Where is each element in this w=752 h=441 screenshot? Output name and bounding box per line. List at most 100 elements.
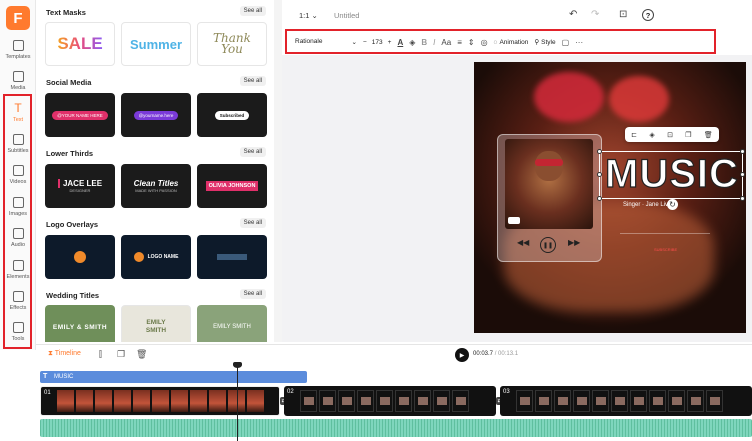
aspect-ratio-select[interactable]: 1:1 ⌄ [299, 11, 318, 20]
resize-handle[interactable] [597, 149, 602, 154]
more-options-button[interactable]: ··· [575, 38, 583, 47]
tile-social-3[interactable]: Subscribed [197, 93, 267, 137]
screenshot-icon[interactable]: ⊡ [619, 9, 627, 20]
panel-collapse-handle[interactable] [274, 0, 282, 342]
tile-text: LOGO NAME [147, 254, 179, 260]
layer-icon[interactable]: ◈ [649, 131, 654, 139]
tile-sale[interactable]: SALE [45, 22, 115, 66]
resize-handle[interactable] [597, 196, 602, 201]
redo-icon[interactable]: ↷ [591, 9, 599, 20]
audio-track[interactable] [40, 419, 752, 437]
effects-icon[interactable]: ◎ [481, 38, 488, 47]
sidebar-item-videos[interactable]: Videos [0, 163, 36, 191]
sidebar-item-media[interactable]: Media [0, 69, 36, 97]
sidebar-item-text[interactable]: T Text [0, 101, 36, 129]
video-clip-2[interactable]: 02 [284, 386, 496, 416]
bold-icon[interactable]: B [421, 38, 427, 47]
decrease-size-icon[interactable]: − [363, 39, 367, 46]
sidebar-item-tools[interactable]: Tools [0, 320, 36, 348]
help-icon[interactable]: ? [642, 9, 654, 21]
tile-text: Subscribed [214, 110, 250, 120]
tile-logo-overlay-1[interactable] [45, 235, 115, 279]
resize-handle[interactable] [740, 172, 745, 177]
spacing-icon[interactable]: ⇕ [468, 38, 475, 47]
tile-social-2[interactable]: @yourname.here [121, 93, 191, 137]
text-library-panel: Text Masks See all SALE Summer Thank You… [37, 0, 274, 342]
aspect-ratio-value: 1:1 [299, 11, 310, 20]
sidebar-item-audio[interactable]: Audio [0, 226, 36, 254]
split-icon[interactable]: ⫿ [99, 349, 102, 360]
crop-icon[interactable]: ⊡ [667, 131, 673, 139]
tile-text: @yourname.here [133, 110, 179, 120]
sidebar-item-elements[interactable]: Elements [0, 258, 36, 286]
sidebar-item-label: Text [12, 117, 24, 123]
font-family-value: Rationale [295, 38, 323, 45]
sidebar-item-label: Effects [9, 305, 27, 311]
app-logo[interactable]: F [6, 6, 30, 30]
style-label: Style [541, 38, 556, 46]
tile-clean-titles[interactable]: Clean Titles MADE WITH PASSION [121, 164, 191, 208]
increase-size-icon[interactable]: + [388, 39, 392, 46]
align-left-icon[interactable]: ⊏ [631, 131, 637, 139]
text-track-clip[interactable]: T MUSIC [40, 371, 307, 383]
tile-logo-overlay-3[interactable] [197, 235, 267, 279]
resize-handle[interactable] [740, 196, 745, 201]
top-bar: 1:1 ⌄ Untitled ↶ ↷ ⊡ ? [282, 0, 752, 30]
rotate-icon[interactable]: ↻ [667, 199, 678, 210]
sidebar-item-subtitles[interactable]: Subtitles [0, 132, 36, 160]
delete-clip-icon[interactable]: 🗑 [136, 349, 147, 360]
tile-text: SALE [57, 34, 103, 53]
tile-text: Summer [129, 36, 183, 52]
see-all-wedding-titles[interactable]: See all [239, 289, 266, 299]
sidebar-item-label: Videos [9, 179, 27, 185]
duplicate-icon[interactable]: ❐ [685, 131, 691, 139]
tile-summer[interactable]: Summer [121, 22, 191, 66]
style-button[interactable]: ⚲ Style [534, 38, 556, 47]
align-icon[interactable]: ≡ [457, 38, 462, 47]
tile-text: Thank You [213, 31, 251, 56]
animation-button[interactable]: ◌ Animation [494, 39, 529, 46]
font-size-stepper[interactable]: −173 + [363, 39, 391, 46]
logo-circle-icon [133, 252, 144, 262]
tile-logo-overlay-2[interactable]: LOGO NAME [121, 235, 191, 279]
see-all-lower-thirds[interactable]: See all [239, 147, 266, 157]
sidebar-item-templates[interactable]: Templates [0, 38, 36, 66]
tile-subtext: MADE WITH PASSION [135, 188, 177, 193]
tile-jace-lee[interactable]: JACE LEE DESIGNER [45, 164, 115, 208]
tile-olivia-johnson[interactable]: OLIVIA JOHNSON [197, 164, 267, 208]
duplicate-clip-icon[interactable]: ❐ [117, 349, 125, 360]
text-case-icon[interactable]: Aa [441, 38, 451, 47]
tile-wedding-1[interactable]: EMILY & SMITH [45, 305, 115, 342]
document-title[interactable]: Untitled [334, 11, 359, 20]
timeline-toggle[interactable]: ⧗ Timeline [48, 350, 81, 358]
tile-thank-you[interactable]: Thank You [197, 22, 267, 66]
highlight-color-icon[interactable]: ◈ [409, 38, 415, 47]
tile-text: OLIVIA JOHNSON [205, 181, 259, 191]
playhead[interactable] [237, 364, 238, 441]
see-all-logo-overlays[interactable]: See all [239, 218, 266, 228]
italic-icon[interactable]: I [433, 38, 435, 47]
logo-circle-icon [74, 251, 86, 263]
video-clip-3[interactable]: 03 [500, 386, 752, 416]
resize-handle[interactable] [740, 149, 745, 154]
sidebar-item-effects[interactable]: Effects [0, 289, 36, 317]
sidebar-item-images[interactable]: Images [0, 195, 36, 223]
video-clip-1[interactable]: 01 [40, 386, 280, 416]
delete-icon[interactable]: 🗑 [704, 131, 713, 139]
sidebar: F Templates Media T Text Subtitles Videos Imag… [0, 0, 36, 350]
undo-icon[interactable]: ↶ [569, 9, 577, 20]
tile-social-1[interactable]: @YOUR NAME HERE [45, 93, 115, 137]
font-family-select[interactable]: Rationale ⌄ [295, 38, 357, 46]
see-all-text-masks[interactable]: See all [239, 6, 266, 16]
playhead-handle[interactable] [233, 362, 242, 368]
tile-wedding-2[interactable]: EMILY SMITH [121, 305, 191, 342]
videos-icon [12, 165, 24, 176]
text-color-icon[interactable]: A [397, 38, 403, 47]
timeline-ruler[interactable] [36, 364, 752, 370]
resize-handle[interactable] [597, 172, 602, 177]
tile-wedding-3[interactable]: EMILY SMITH [197, 305, 267, 342]
play-button[interactable]: ▶ [455, 348, 469, 362]
comment-icon[interactable]: ▢ [562, 38, 570, 47]
font-size-value: 173 [371, 38, 383, 46]
see-all-social-media[interactable]: See all [239, 76, 266, 86]
